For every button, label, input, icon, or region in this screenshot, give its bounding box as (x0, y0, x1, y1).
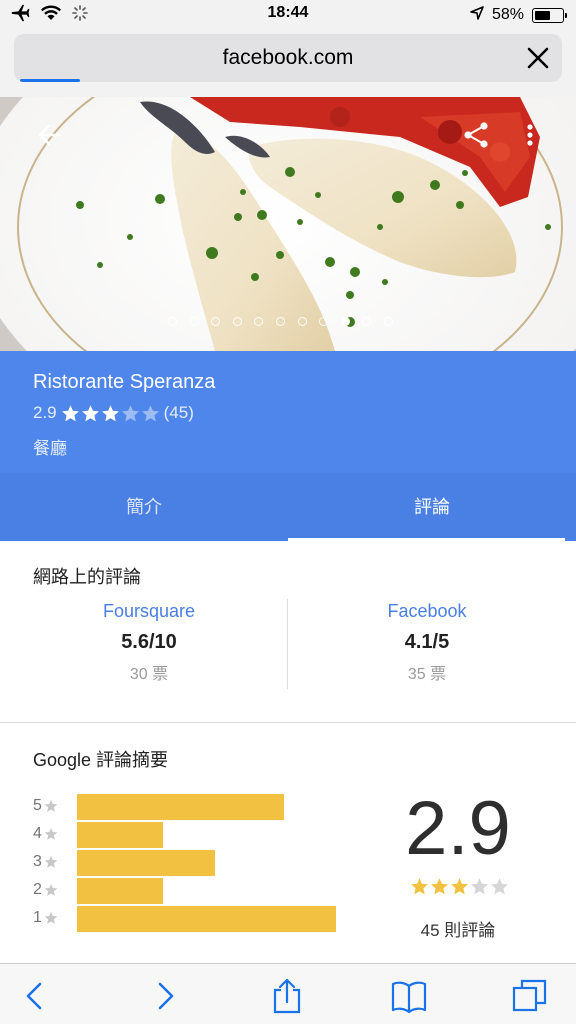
star-icon (44, 855, 58, 869)
source-votes: 35 票 (407, 666, 447, 683)
more-vert-icon[interactable] (522, 121, 538, 149)
photo-page-indicator[interactable] (168, 317, 393, 326)
rating-bar-label: 1 (33, 909, 58, 927)
rating-star-number: 5 (33, 797, 42, 814)
back-icon[interactable] (18, 978, 54, 1014)
back-arrow-icon[interactable] (36, 121, 64, 149)
star-icon (44, 799, 58, 813)
review-count[interactable]: 45 則評論 (370, 916, 546, 941)
source-name[interactable]: Foursquare (5, 601, 293, 622)
rating-star-number: 2 (33, 881, 42, 898)
place-name: Ristorante Speranza (33, 371, 216, 393)
rating-star-number: 1 (33, 909, 42, 926)
rating-star-number: 3 (33, 853, 42, 870)
location-arrow-icon (470, 5, 484, 25)
rating-bar (77, 794, 285, 820)
average-rating-stars (410, 877, 509, 896)
place-rating-value: 2.9 (33, 403, 57, 422)
source-score: 5.6/10 (121, 631, 177, 653)
rating-star-number: 4 (33, 825, 42, 842)
star-icon (141, 404, 160, 423)
review-summary-section: Google 評論摘要 5 4 3 2 1 2.9 45 則評論 (0, 723, 576, 963)
rating-bar-label: 5 (33, 797, 58, 815)
source-name[interactable]: Facebook (283, 601, 571, 622)
source-foursquare[interactable]: Foursquare 5.6/10 30 票 (5, 601, 293, 684)
rating-bar-row: 1 (33, 906, 373, 934)
browser-chrome: facebook.com (0, 30, 576, 98)
page-dot[interactable] (319, 317, 329, 326)
tabs-icon[interactable] (512, 978, 548, 1014)
page-dot[interactable] (211, 317, 221, 326)
close-icon[interactable] (526, 46, 550, 70)
rating-bar-label: 3 (33, 853, 58, 871)
address-bar[interactable]: facebook.com (14, 34, 562, 82)
place-header: Ristorante Speranza 2.9 (45) 餐廳 (0, 351, 576, 473)
source-score: 4.1/5 (404, 631, 450, 653)
source-votes: 30 票 (129, 666, 169, 683)
rating-bar-row: 3 (33, 850, 373, 878)
star-icon (410, 877, 429, 896)
star-icon (450, 877, 469, 896)
source-facebook[interactable]: Facebook 4.1/5 35 票 (283, 601, 571, 684)
star-icon (430, 877, 449, 896)
tab-overview[interactable]: 簡介 (0, 473, 288, 541)
page-dot[interactable] (168, 317, 177, 326)
rating-bar-row: 2 (33, 878, 373, 906)
place-type: 餐廳 (33, 439, 67, 458)
star-icon (44, 883, 58, 897)
page-dot[interactable] (189, 317, 199, 326)
tab-reviews[interactable]: 評論 (288, 473, 576, 541)
web-reviews-section: 網路上的評論 Foursquare 5.6/10 30 票 Facebook 4… (0, 541, 576, 723)
page-dot[interactable] (383, 317, 393, 326)
tab-bar: 簡介 評論 (0, 473, 576, 541)
rating-bar (77, 906, 337, 932)
share-sheet-icon[interactable] (269, 978, 305, 1014)
rating-bar-label: 4 (33, 825, 58, 843)
page-dot[interactable] (232, 317, 242, 326)
star-icon (81, 404, 100, 423)
rating-bar (77, 850, 216, 876)
star-icon (490, 877, 509, 896)
status-right: 58% (470, 5, 567, 25)
url-text[interactable]: facebook.com (14, 46, 562, 70)
star-icon (44, 911, 58, 925)
star-icon (61, 404, 80, 423)
share-icon[interactable] (462, 121, 490, 149)
forward-icon[interactable] (146, 978, 182, 1014)
bookmarks-icon[interactable] (391, 978, 427, 1014)
star-icon (101, 404, 120, 423)
place-stars (61, 404, 160, 423)
battery-percent: 58% (491, 6, 524, 23)
star-icon (44, 827, 58, 841)
page-dot[interactable] (297, 317, 307, 326)
rating-bar-label: 2 (33, 881, 58, 899)
page-dot[interactable] (275, 317, 285, 326)
page-load-progress (20, 79, 81, 82)
place-rating: 2.9 (45) (33, 403, 194, 423)
rating-bar (77, 822, 164, 848)
star-icon (470, 877, 489, 896)
average-rating: 2.9 (405, 786, 511, 871)
browser-toolbar (0, 963, 576, 1024)
page-dot[interactable] (254, 317, 264, 326)
status-bar: 18:44 58% (0, 0, 576, 30)
star-icon (121, 404, 140, 423)
hero-photo[interactable] (0, 97, 576, 351)
rating-bar (77, 878, 164, 904)
web-reviews-title: 網路上的評論 (33, 567, 141, 587)
place-review-count[interactable]: (45) (164, 403, 194, 423)
rating-bar-row: 4 (33, 822, 373, 850)
page-dot[interactable] (362, 317, 372, 326)
page-dot[interactable] (340, 317, 350, 326)
review-summary-title: Google 評論摘要 (33, 750, 169, 770)
rating-bar-row: 5 (33, 794, 373, 822)
battery-icon (532, 7, 567, 23)
